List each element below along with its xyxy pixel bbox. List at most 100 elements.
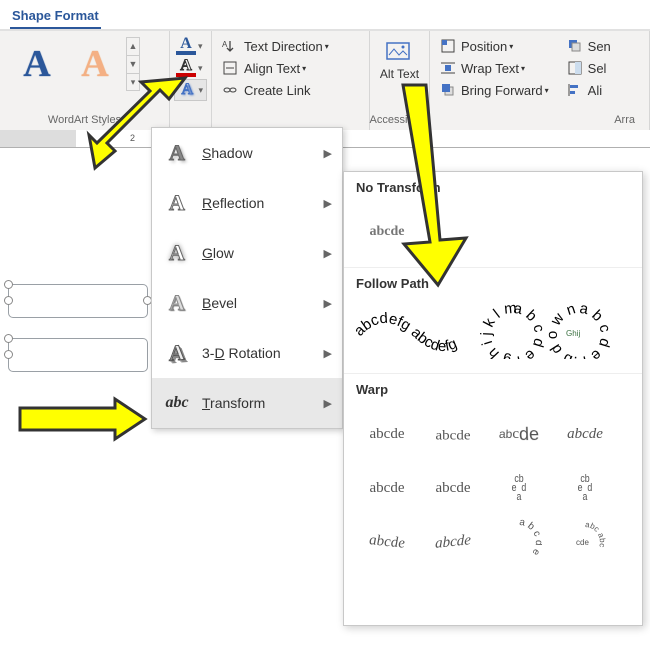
shadow-icon: A bbox=[162, 140, 192, 166]
svg-text:Ghij: Ghij bbox=[566, 329, 580, 338]
menu-3d-rotation[interactable]: A 3-D Rotation ▶ bbox=[152, 328, 342, 378]
menu-shadow-label: SShadowhadow bbox=[202, 145, 324, 161]
resize-handle-icon[interactable] bbox=[4, 334, 13, 343]
warp-arch-down[interactable]: abcde bbox=[422, 514, 484, 571]
menu-bevel-label: Bevel bbox=[202, 295, 324, 311]
rotation-3d-icon: A bbox=[162, 339, 192, 368]
text-effects-menu: A SShadowhadow ▶ A Reflection ▶ A Glow ▶… bbox=[151, 127, 343, 429]
align-text-icon bbox=[222, 60, 238, 76]
bring-forward-button[interactable]: Bring Forward▾ bbox=[438, 79, 551, 101]
chevron-right-icon: ▶ bbox=[324, 297, 332, 310]
warp-ring-outside[interactable]: cbe da bbox=[560, 463, 610, 513]
resize-handle-icon[interactable] bbox=[4, 296, 13, 305]
chevron-down-icon: ▾ bbox=[198, 41, 203, 52]
warp-triangle-up[interactable]: abcde bbox=[485, 411, 553, 461]
transform-flyout: No Transform abcde Follow Path abcdefg a… bbox=[343, 171, 643, 626]
selection-pane-button[interactable]: Sel bbox=[565, 57, 613, 79]
follow-path-heading: Follow Path bbox=[344, 267, 642, 299]
align-button[interactable]: Ali bbox=[565, 79, 613, 101]
align-text-button[interactable]: Align Text▾ bbox=[220, 57, 361, 79]
shape-rounded-rect[interactable] bbox=[8, 338, 148, 372]
warp-plain[interactable]: abcde bbox=[356, 409, 418, 459]
path-circle[interactable]: a b c d e f g h i j k l m bbox=[480, 303, 546, 359]
path-button[interactable]: a b c d e f .b d o w nGhij bbox=[546, 303, 612, 359]
warp-arch-up[interactable]: abcde bbox=[356, 514, 418, 571]
chevron-down-icon: ▾ bbox=[325, 42, 329, 51]
selection-pane-icon bbox=[567, 60, 583, 76]
shape-rounded-rect[interactable] bbox=[8, 284, 148, 318]
menu-reflection-label: Reflection bbox=[202, 195, 324, 211]
accessibility-group: Alt Text Accessibility bbox=[370, 31, 430, 130]
position-icon bbox=[440, 38, 456, 54]
chevron-down-icon: ▾ bbox=[545, 86, 549, 95]
ruler-margin-shade bbox=[0, 130, 76, 147]
create-link-label: Create Link bbox=[244, 83, 310, 98]
warp-heading: Warp bbox=[344, 373, 642, 405]
ruler-mark-5: 5 bbox=[420, 133, 425, 143]
align-label: Ali bbox=[588, 83, 602, 98]
chevron-right-icon: ▶ bbox=[324, 197, 332, 210]
chevron-down-icon: ▾ bbox=[198, 85, 203, 96]
menu-glow[interactable]: A Glow ▶ bbox=[152, 228, 342, 278]
ruler-mark-2: 2 bbox=[130, 133, 135, 143]
send-backward-icon bbox=[567, 38, 583, 54]
gallery-more-icon[interactable]: ▾ bbox=[126, 73, 140, 91]
wordart-group-label: WordArt Styles bbox=[8, 114, 161, 128]
chevron-down-icon: ▾ bbox=[302, 64, 306, 73]
wrap-text-button[interactable]: Wrap Text▾ bbox=[438, 57, 551, 79]
menu-bevel[interactable]: A Bevel ▶ bbox=[152, 278, 342, 328]
arrange-group-label: Arra bbox=[438, 114, 641, 128]
reflection-icon: A bbox=[162, 190, 192, 216]
transform-none[interactable]: abcde bbox=[356, 207, 418, 257]
warp-stop[interactable]: abcde bbox=[422, 413, 484, 458]
position-button[interactable]: Position▾ bbox=[438, 35, 551, 57]
warp-triangle-down[interactable]: abcde bbox=[554, 409, 616, 459]
gallery-up-icon[interactable]: ▲ bbox=[126, 37, 140, 55]
warp-circle[interactable]: a b c d e bbox=[488, 517, 550, 567]
text-fill-button[interactable]: A▾ bbox=[174, 35, 207, 57]
wrap-text-icon bbox=[440, 60, 456, 76]
warp-button[interactable]: abc abccde bbox=[554, 517, 616, 567]
align-text-label: Align Text bbox=[244, 61, 300, 76]
wrap-text-label: Wrap Text bbox=[461, 61, 519, 76]
warp-chevron-down[interactable]: abcde bbox=[422, 463, 484, 513]
transform-icon: abc bbox=[162, 390, 192, 416]
tab-shape-format[interactable]: Shape Format bbox=[10, 4, 101, 29]
create-link-button[interactable]: Create Link bbox=[220, 79, 361, 101]
text-effects-button[interactable]: A▾ bbox=[174, 79, 207, 101]
menu-reflection[interactable]: A Reflection ▶ bbox=[152, 178, 342, 228]
warp-ring-inside[interactable]: cbe da bbox=[494, 463, 544, 513]
chevron-right-icon: ▶ bbox=[324, 247, 332, 260]
wordart-styles-group: A A ▲ ▼ ▾ WordArt Styles bbox=[0, 31, 170, 130]
text-controls-group: A Text Direction▾ Align Text▾ Create Lin… bbox=[212, 31, 370, 130]
chevron-right-icon: ▶ bbox=[324, 147, 332, 160]
warp-chevron-up[interactable]: abcde bbox=[356, 463, 418, 513]
alt-text-button[interactable]: Alt Text bbox=[380, 35, 419, 81]
path-arch-down[interactable]: abcdefg abcdefg bbox=[352, 303, 480, 359]
no-transform-heading: No Transform bbox=[344, 172, 642, 203]
gallery-down-icon[interactable]: ▼ bbox=[126, 55, 140, 73]
menu-shadow[interactable]: A SShadowhadow ▶ bbox=[152, 128, 342, 178]
svg-text:a b c d e: a b c d e bbox=[518, 519, 542, 558]
chevron-down-icon: ▾ bbox=[521, 64, 525, 73]
svg-text:A: A bbox=[222, 40, 228, 49]
menu-3drotation-label: 3-D Rotation bbox=[202, 345, 324, 361]
resize-handle-icon[interactable] bbox=[4, 350, 13, 359]
svg-text:a b c d e f g h i j k l m: a b c d e f g h i j k l m bbox=[480, 303, 546, 359]
arrange-group: Position▾ Wrap Text▾ Bring Forward▾ Sen bbox=[430, 31, 650, 130]
alt-text-label: Alt Text bbox=[380, 68, 419, 81]
resize-handle-icon[interactable] bbox=[4, 280, 13, 289]
glow-icon: A bbox=[162, 240, 192, 266]
send-backward-button[interactable]: Sen bbox=[565, 35, 613, 57]
wordart-preset-blue[interactable]: A bbox=[8, 35, 66, 93]
position-label: Position bbox=[461, 39, 507, 54]
send-label: Sen bbox=[588, 39, 611, 54]
svg-text:abcdefg abcdefg: abcdefg abcdefg bbox=[352, 310, 459, 355]
menu-transform[interactable]: abc Transform ▶ bbox=[152, 378, 342, 428]
text-direction-button[interactable]: A Text Direction▾ bbox=[220, 35, 361, 57]
text-outline-button[interactable]: A▾ bbox=[174, 57, 207, 79]
text-direction-icon: A bbox=[222, 38, 238, 54]
bring-forward-label: Bring Forward bbox=[461, 83, 543, 98]
chevron-down-icon: ▾ bbox=[509, 42, 513, 51]
wordart-preset-orange[interactable]: A bbox=[66, 35, 124, 93]
